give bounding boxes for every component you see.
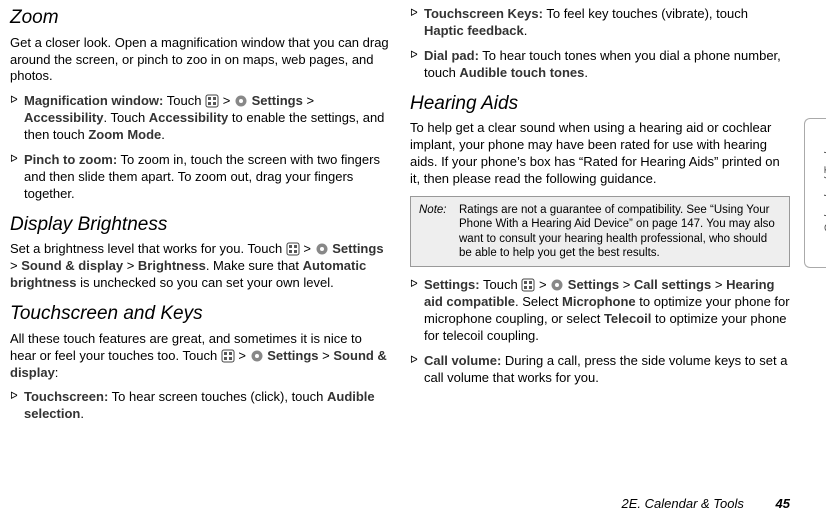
mag-d: . Touch <box>104 110 149 125</box>
heading-touchscreen: Touchscreen and Keys <box>10 302 390 327</box>
bullet-icon: ᐅ <box>410 353 424 387</box>
bullet-touchscreen-keys: ᐅ Touchscreen Keys: To feel key touches … <box>410 6 790 40</box>
set-a: Touch <box>480 277 522 292</box>
page-footer: 2E. Calendar & Tools 45 <box>622 496 790 511</box>
zoom-intro: Get a closer look. Open a magnification … <box>10 35 390 86</box>
ts-c: . <box>80 406 84 421</box>
mag-h: . <box>161 127 165 142</box>
br-d: Brightness <box>138 258 206 273</box>
note-body: Ratings are not a guarantee of compatibi… <box>459 203 781 261</box>
br-c: Sound & display <box>21 258 123 273</box>
t-d: : <box>55 365 59 380</box>
bullet-icon: ᐅ <box>10 93 24 144</box>
bullet-icon: ᐅ <box>10 389 24 423</box>
heading-zoom: Zoom <box>10 6 390 31</box>
mag-e: Accessibility <box>149 110 229 125</box>
heading-brightness: Display Brightness <box>10 213 390 238</box>
br-a: Set a brightness level that works for yo… <box>10 241 286 256</box>
mag-label: Magnification window: <box>24 93 163 108</box>
bullet-touchscreen: ᐅ Touchscreen: To hear screen touches (c… <box>10 389 390 423</box>
menu-icon <box>286 242 300 256</box>
ts-label: Touchscreen: <box>24 389 108 404</box>
set-c: Call settings <box>634 277 711 292</box>
bullet-pinch: ᐅ Pinch to zoom: To zoom in, touch the s… <box>10 152 390 203</box>
mag-b: Settings <box>252 93 303 108</box>
note-label: Note: <box>419 203 459 261</box>
set-h: Telecoil <box>604 311 651 326</box>
brightness-para: Set a brightness level that works for yo… <box>10 241 390 292</box>
menu-icon <box>521 278 535 292</box>
ts-a: To hear screen touches (click), touch <box>108 389 327 404</box>
bullet-icon: ᐅ <box>410 48 424 82</box>
footer-section: 2E. Calendar & Tools <box>622 496 744 511</box>
mag-c: Accessibility <box>24 110 104 125</box>
dial-c: . <box>584 65 588 80</box>
set-e: . Select <box>515 294 562 309</box>
left-column: Zoom Get a closer look. Open a magnifica… <box>10 6 390 431</box>
set-b: Settings <box>568 277 619 292</box>
gear-icon <box>315 242 329 256</box>
set-label: Settings: <box>424 277 480 292</box>
note-box: Note: Ratings are not a guarantee of com… <box>410 196 790 268</box>
keys-label: Touchscreen Keys: <box>424 6 543 21</box>
mag-a: Touch <box>167 93 205 108</box>
t-b: Settings <box>267 348 318 363</box>
pinch-label: Pinch to zoom: <box>24 152 117 167</box>
dial-label: Dial pad: <box>424 48 479 63</box>
bullet-dialpad: ᐅ Dial pad: To hear touch tones when you… <box>410 48 790 82</box>
dial-b: Audible touch tones <box>459 65 584 80</box>
ha-intro: To help get a clear sound when using a h… <box>410 120 790 188</box>
bullet-icon: ᐅ <box>10 152 24 203</box>
keys-b: Haptic feedback <box>424 23 524 38</box>
menu-icon <box>205 94 219 108</box>
bullet-icon: ᐅ <box>410 277 424 345</box>
br-g: is unchecked so you can set your own lev… <box>76 275 333 290</box>
bullet-icon: ᐅ <box>410 6 424 40</box>
vol-label: Call volume: <box>424 353 501 368</box>
mag-g: Zoom Mode <box>88 127 161 142</box>
bullet-call-volume: ᐅ Call volume: During a call, press the … <box>410 353 790 387</box>
keys-c: . <box>524 23 528 38</box>
page-columns: Zoom Get a closer look. Open a magnifica… <box>0 0 826 431</box>
bullet-mag-window: ᐅ Magnification window: Touch > Settings… <box>10 93 390 144</box>
set-f: Microphone <box>562 294 636 309</box>
keys-a: To feel key touches (vibrate), touch <box>543 6 748 21</box>
touch-para: All these touch features are great, and … <box>10 331 390 382</box>
footer-page: 45 <box>776 496 790 511</box>
menu-icon <box>221 349 235 363</box>
heading-hearing-aids: Hearing Aids <box>410 92 790 117</box>
right-column: ᐅ Touchscreen Keys: To feel key touches … <box>410 6 790 431</box>
gear-icon <box>550 278 564 292</box>
br-e: . Make sure that <box>206 258 303 273</box>
br-b: Settings <box>332 241 383 256</box>
bullet-ha-settings: ᐅ Settings: Touch > Settings > Call sett… <box>410 277 790 345</box>
side-tab-label: Calendar / Tools <box>822 146 826 233</box>
gear-icon <box>234 94 248 108</box>
gear-icon <box>250 349 264 363</box>
